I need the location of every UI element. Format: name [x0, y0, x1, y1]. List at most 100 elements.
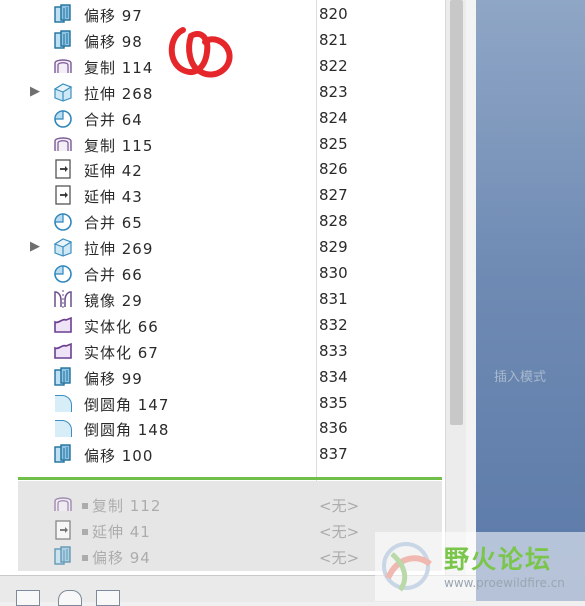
- feature-number: 822: [319, 56, 348, 75]
- feature-number: 827: [319, 186, 348, 205]
- tree-row[interactable]: 倒圆角 147 835: [0, 390, 440, 416]
- tree-row[interactable]: ▶ 拉伸 269 829: [0, 234, 440, 260]
- suppressed-marker-icon: [82, 529, 88, 535]
- extend-icon: [52, 184, 74, 206]
- copy-surface-icon: [52, 133, 74, 155]
- model-tree-toggle-button[interactable]: [16, 590, 40, 606]
- round-icon: [52, 417, 74, 439]
- model-tree-panel: 偏移 97 820 偏移 98 821 复制 114 822 ▶ 拉伸 268 823 合并 64…: [0, 0, 445, 575]
- extend-icon: [52, 158, 74, 180]
- extrude-icon: [52, 81, 74, 103]
- feature-name: 实体化 67: [84, 343, 159, 362]
- tree-row[interactable]: 倒圆角 148 836: [0, 415, 440, 441]
- feature-name: 合并 66: [84, 266, 143, 284]
- feature-name: 合并 64: [84, 110, 143, 129]
- offset-icon: [52, 29, 74, 51]
- watermark-logo: [382, 542, 432, 592]
- copy-surface-icon: [52, 493, 74, 515]
- feature-number: 832: [319, 315, 348, 334]
- tree-row[interactable]: 偏移 99 834: [0, 364, 440, 390]
- tree-row[interactable]: 延伸 43 827: [0, 182, 440, 208]
- feature-name: 偏移 99: [84, 369, 143, 388]
- watermark-url: www.proewildfire.cn: [444, 576, 565, 590]
- feature-name: 拉伸 269: [84, 240, 154, 259]
- feature-name: 延伸 41: [92, 523, 151, 541]
- scrollbar-thumb[interactable]: [450, 0, 463, 425]
- tree-row[interactable]: 实体化 66 832: [0, 312, 440, 338]
- red-annotation-scribble: [168, 27, 233, 78]
- suppressed-tree-row[interactable]: 偏移 94 <无>: [0, 543, 440, 569]
- merge-icon: [52, 262, 74, 284]
- feature-number: 824: [319, 108, 348, 127]
- feature-name: 偏移 100: [84, 447, 154, 466]
- feature-name: 延伸 43: [84, 188, 143, 207]
- expand-arrow-icon[interactable]: ▶: [30, 84, 42, 99]
- feature-number: 821: [319, 30, 348, 49]
- tree-row[interactable]: 合并 66 830: [0, 260, 440, 286]
- suppressed-marker-icon: [82, 555, 88, 561]
- suppressed-tree-row[interactable]: 延伸 41 <无>: [0, 517, 440, 543]
- feature-number: 836: [319, 419, 348, 438]
- merge-icon: [52, 210, 74, 232]
- graphics-area[interactable]: [476, 0, 585, 601]
- feature-name: 偏移 98: [84, 32, 143, 51]
- suppressed-tree-row[interactable]: 复制 112 <无>: [0, 491, 440, 517]
- expand-arrow-icon[interactable]: ▶: [30, 239, 42, 254]
- feature-number: 826: [319, 160, 348, 179]
- panel-splitter[interactable]: [466, 0, 476, 601]
- mirror-icon: [52, 288, 74, 310]
- vertical-scrollbar[interactable]: [445, 0, 467, 575]
- feature-number: 823: [319, 82, 348, 101]
- feature-number: 825: [319, 134, 348, 153]
- feature-name: 镜像 29: [84, 291, 143, 310]
- watermark-title: 野火论坛: [444, 545, 553, 574]
- offset-icon: [52, 545, 74, 567]
- feature-name: 拉伸 268: [84, 84, 154, 103]
- feature-number: 820: [319, 5, 348, 23]
- favorites-button[interactable]: [96, 590, 120, 606]
- feature-number: 837: [319, 445, 348, 464]
- tree-row[interactable]: 合并 64 824: [0, 105, 440, 131]
- merge-icon: [52, 107, 74, 129]
- tree-row[interactable]: 偏移 100 837: [0, 441, 440, 467]
- feature-name: 合并 65: [84, 214, 143, 233]
- feature-number: <无>: [319, 523, 360, 541]
- solidify-icon: [52, 314, 74, 336]
- tree-row[interactable]: 镜像 29 831: [0, 286, 440, 312]
- feature-name: 复制 115: [84, 136, 154, 155]
- feature-name: 偏移 94: [92, 549, 151, 567]
- feature-name: 倒圆角 147: [84, 395, 170, 414]
- feature-number: 835: [319, 393, 348, 412]
- tree-row[interactable]: 实体化 67 833: [0, 338, 440, 364]
- feature-name: 延伸 42: [84, 162, 143, 181]
- tree-row[interactable]: 复制 115 825: [0, 131, 440, 157]
- feature-number: 829: [319, 238, 348, 257]
- insert-indicator-line[interactable]: [18, 477, 442, 480]
- tree-row[interactable]: ▶ 拉伸 268 823: [0, 79, 440, 105]
- feature-name: 偏移 97: [84, 7, 143, 25]
- feature-number: 830: [319, 264, 348, 282]
- feature-name: 复制 114: [84, 58, 154, 77]
- feature-name: 实体化 66: [84, 317, 159, 336]
- copy-surface-icon: [52, 55, 74, 77]
- offset-icon: [52, 3, 74, 25]
- feature-number: 833: [319, 341, 348, 360]
- tree-row[interactable]: 合并 65 828: [0, 208, 440, 234]
- tree-row[interactable]: 延伸 42 826: [0, 156, 440, 182]
- extrude-icon: [52, 236, 74, 258]
- feature-number: <无>: [319, 549, 360, 567]
- feature-number: 828: [319, 212, 348, 231]
- solidify-icon: [52, 340, 74, 362]
- feature-name: 复制 112: [92, 497, 162, 515]
- feature-number: 831: [319, 289, 348, 308]
- feature-name: 倒圆角 148: [84, 421, 170, 440]
- feature-number: 834: [319, 367, 348, 386]
- layer-tree-button[interactable]: [58, 590, 82, 606]
- round-icon: [52, 392, 74, 414]
- feature-number: <无>: [319, 497, 360, 515]
- offset-icon: [52, 366, 74, 388]
- offset-icon: [52, 443, 74, 465]
- extend-icon: [52, 519, 74, 541]
- graphics-area-label: 插入模式: [494, 370, 547, 385]
- suppressed-marker-icon: [82, 503, 88, 509]
